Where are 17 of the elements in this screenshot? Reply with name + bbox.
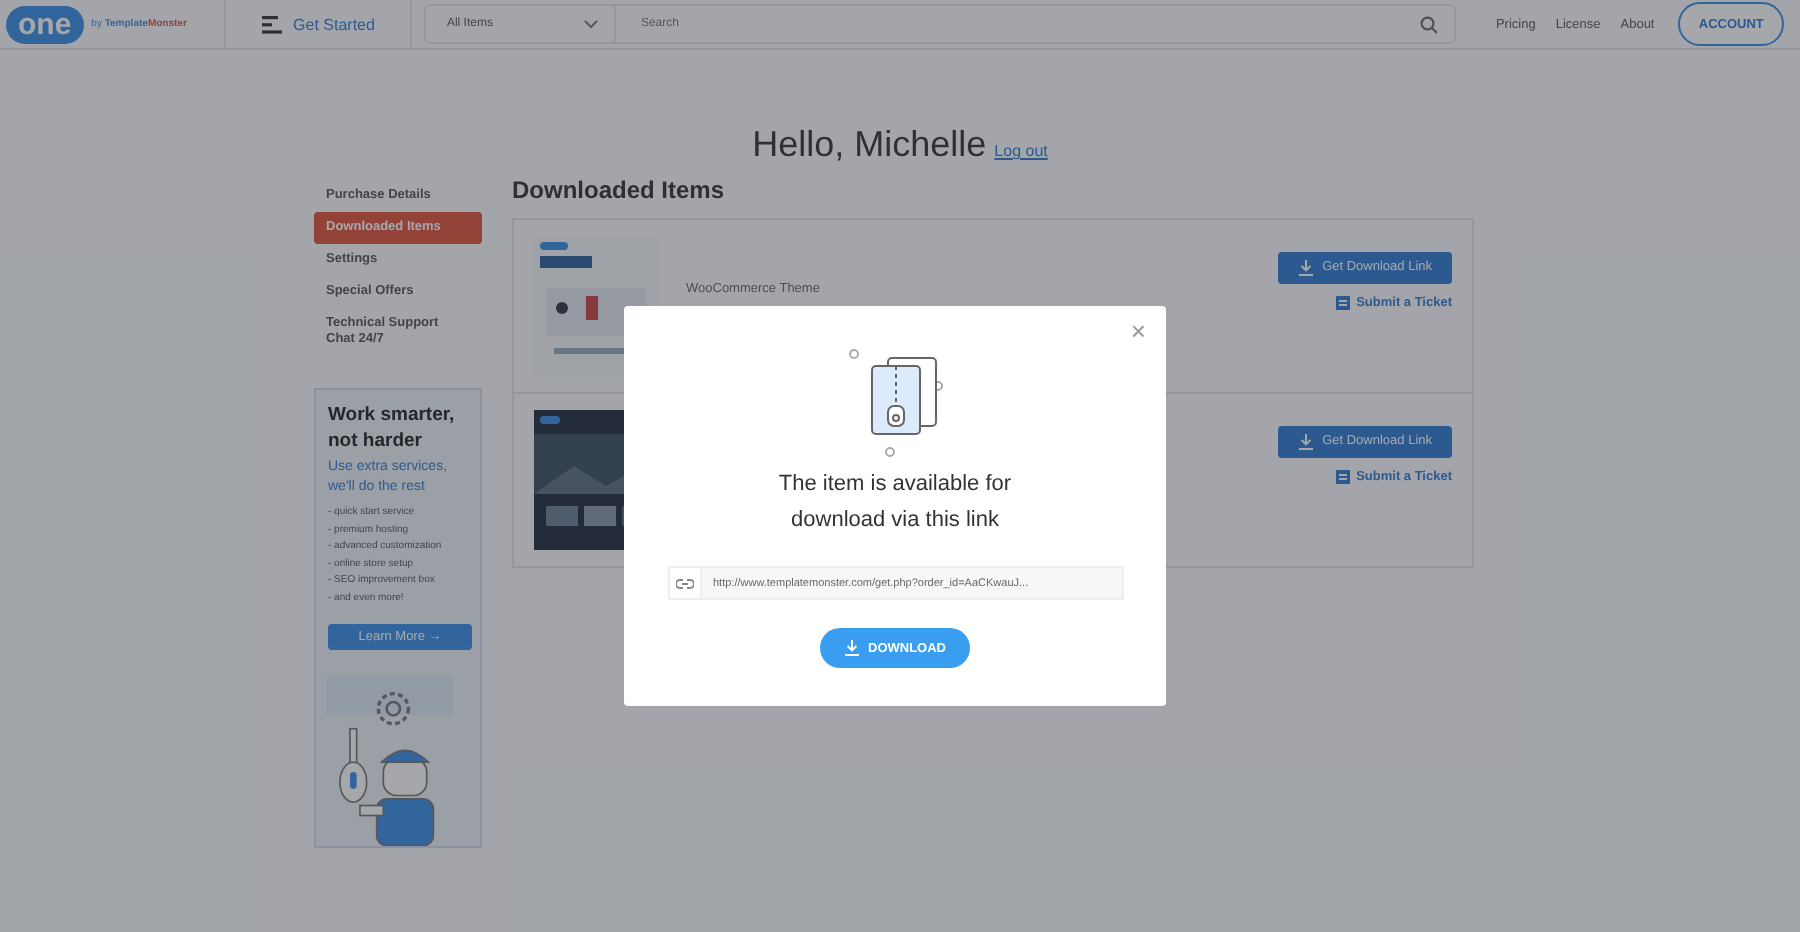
link-icon bbox=[675, 577, 693, 589]
ticket-icon bbox=[1336, 469, 1351, 483]
close-button[interactable]: × bbox=[1126, 318, 1150, 346]
search-icon bbox=[1419, 15, 1438, 33]
download-icon bbox=[1298, 433, 1315, 449]
section-heading: Downloaded Items bbox=[512, 174, 727, 206]
get-started-link[interactable]: Get Started bbox=[225, 0, 413, 48]
logo[interactable]: one bbox=[6, 5, 84, 43]
dialog-message: The item is available for download via this link bbox=[776, 470, 1014, 536]
greeting-heading: Hello, Michelle bbox=[752, 124, 987, 166]
download-icon bbox=[1298, 259, 1315, 275]
promo-title: Work smarter, not harder bbox=[328, 402, 457, 454]
ticket-icon bbox=[1336, 295, 1351, 309]
logout-link[interactable]: Log out bbox=[994, 142, 1048, 160]
chevron-down-icon bbox=[584, 19, 599, 29]
menu-icon bbox=[261, 15, 282, 33]
download-icon bbox=[844, 640, 860, 656]
